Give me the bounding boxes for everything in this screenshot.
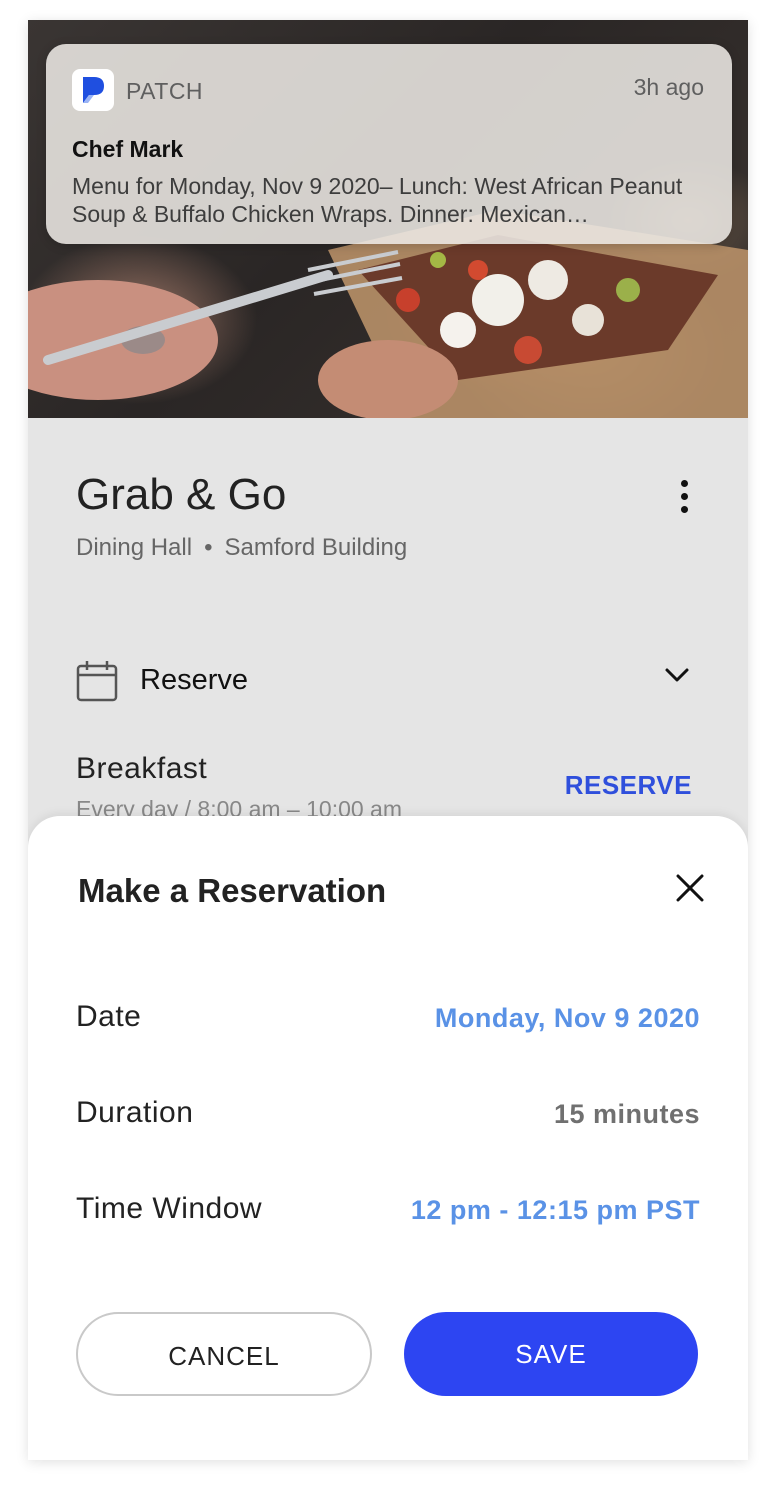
push-notification[interactable]: PATCH 3h ago Chef Mark Menu for Monday, … [46,44,732,244]
venue-building: Samford Building [224,534,408,561]
cancel-button[interactable]: CANCEL [76,1312,372,1396]
duration-label: Duration [76,1096,194,1129]
app-screen: PATCH 3h ago Chef Mark Menu for Monday, … [28,20,748,1460]
hero-food-photo: PATCH 3h ago Chef Mark Menu for Monday, … [28,20,748,418]
more-options-icon[interactable] [677,480,691,516]
save-button[interactable]: SAVE [404,1312,698,1396]
notification-title: Chef Mark [72,136,184,162]
date-value[interactable]: Monday, Nov 9 2020 [435,1003,700,1034]
notification-app-name: PATCH [126,78,204,104]
patch-logo-icon [83,77,104,103]
date-label: Date [76,1000,142,1033]
sheet-title: Make a Reservation [78,872,387,909]
time-window-label: Time Window [76,1192,263,1225]
calendar-icon [76,661,118,702]
venue-title: Grab & Go [76,470,287,519]
venue-separator: • [204,534,213,561]
chevron-down-icon[interactable] [662,660,692,690]
time-window-value[interactable]: 12 pm - 12:15 pm PST [411,1195,700,1226]
duration-value: 15 minutes [553,1099,700,1129]
notification-time: 3h ago [633,74,704,100]
meal-name: Breakfast [76,752,208,785]
meal-reserve-button[interactable]: RESERVE [565,770,692,801]
venue-type: Dining Hall [76,534,193,561]
venue-subtitle: Dining Hall • Samford Building [76,534,407,562]
notification-body: Menu for Monday, Nov 9 2020– Lunch: West… [72,173,683,227]
close-icon[interactable] [674,872,706,904]
reserve-section-label: Reserve [140,664,248,696]
reservation-sheet: Make a Reservation Date Monday, Nov 9 20… [28,816,748,1460]
patch-app-logo [72,69,114,111]
